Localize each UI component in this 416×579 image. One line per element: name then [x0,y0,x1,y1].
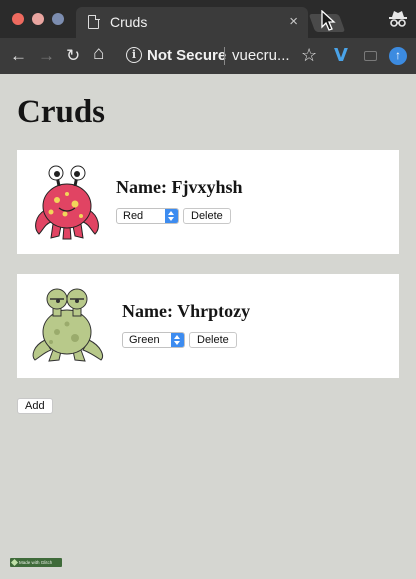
incognito-icon[interactable] [388,10,408,28]
page-title: Cruds [17,94,106,130]
delete-button[interactable]: Delete [183,208,231,224]
security-indicator[interactable]: Not Secure [147,47,226,64]
window-minimize-button[interactable] [32,13,44,25]
made-with-glitch-badge[interactable]: Made with Glitch [10,558,62,567]
upload-icon[interactable]: ↑ [389,47,407,65]
crud-name: Name: Vhrptozy [122,301,251,321]
browser-tab[interactable]: Cruds × [76,7,308,38]
crud-card: Name: Vhrptozy Green Delete [17,274,399,378]
browser-title-bar: Cruds × [0,0,416,38]
info-icon[interactable]: i [126,47,142,63]
crud-card: Name: Fjvxyhsh Red Delete [17,150,399,254]
page-icon [88,14,100,29]
delete-button[interactable]: Delete [189,332,237,348]
back-icon[interactable]: ← [10,46,27,66]
tab-title: Cruds [110,14,148,30]
monster-avatar [35,165,99,240]
chevron-updown-icon [171,333,184,347]
page-content: Cruds Name: Fjvxyhsh Red Delete Name: Vh… [0,74,416,579]
forward-icon[interactable]: → [38,46,55,66]
add-button[interactable]: Add [17,398,53,414]
glitch-logo-icon [10,558,19,567]
color-select-value: Green [129,334,160,346]
chevron-updown-icon [165,209,178,223]
crud-name: Name: Fjvxyhsh [116,177,243,197]
close-icon[interactable]: × [289,13,298,30]
made-with-label: Made with Glitch [19,560,53,565]
extension-icon[interactable] [364,51,377,61]
color-select-value: Red [123,210,144,222]
color-select[interactable]: Green [122,332,185,348]
vue-devtools-icon[interactable]: V [334,45,348,66]
url-divider [224,47,225,65]
monster-avatar [32,288,103,362]
browser-toolbar: ← → ↻ ⌂ i Not Secure vuecru... ☆ V ↑ [0,38,416,74]
reload-icon[interactable]: ↻ [66,46,80,66]
address-bar[interactable]: vuecru... [232,47,290,64]
color-select[interactable]: Red [116,208,179,224]
star-icon[interactable]: ☆ [301,45,317,65]
window-close-button[interactable] [12,13,24,25]
window-maximize-button[interactable] [52,13,64,25]
home-icon[interactable]: ⌂ [93,44,104,64]
cursor-icon [321,10,336,31]
